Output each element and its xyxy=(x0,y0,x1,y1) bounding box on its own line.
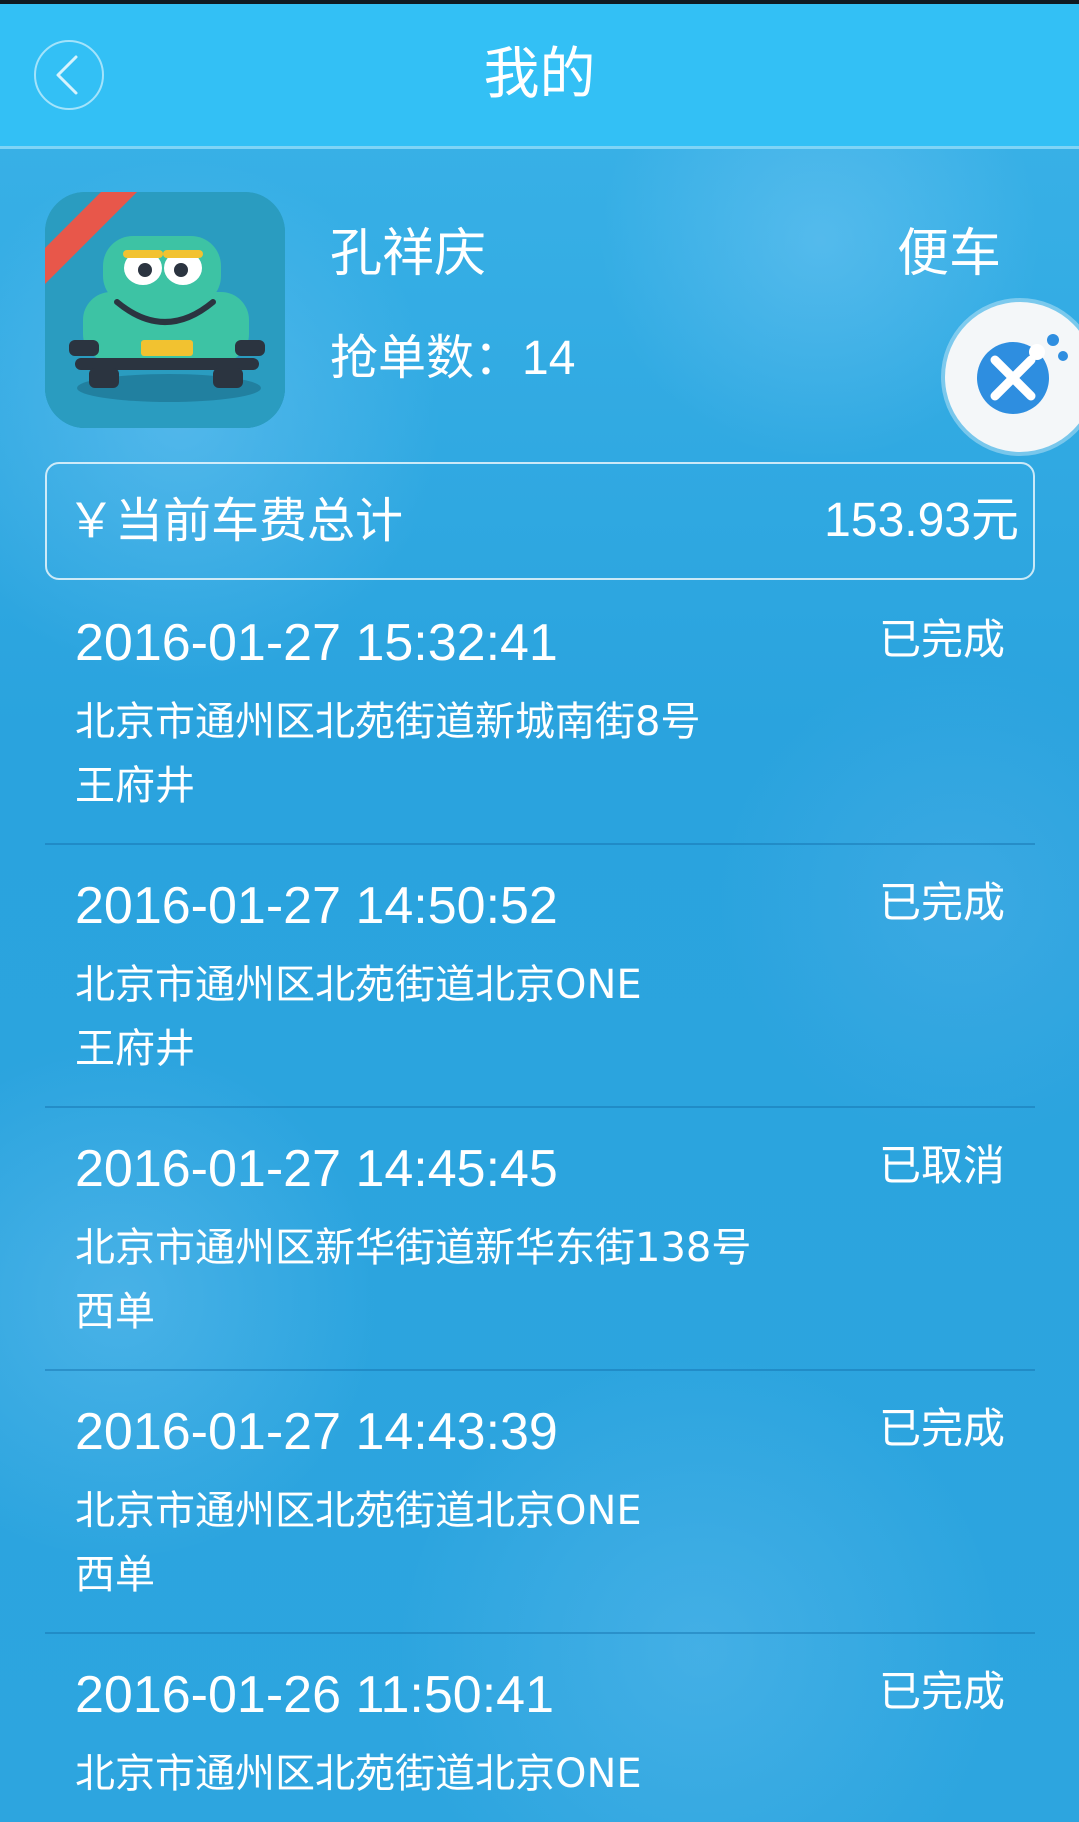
header-bar: 我的 xyxy=(0,4,1079,149)
order-destination: 王府井 xyxy=(75,763,195,809)
fee-summary-box: ￥当前车费总计 153.93元 xyxy=(45,462,1035,580)
user-name: 孔祥庆 xyxy=(330,224,487,284)
order-status: 已完成 xyxy=(878,1404,1005,1453)
fee-summary-value: 153.93元 xyxy=(824,494,1019,547)
order-count-label: 抢单数： xyxy=(330,330,523,386)
order-time: 2016-01-27 14:43:39 xyxy=(75,1403,558,1461)
order-destination: 王府井 xyxy=(75,1026,195,1072)
page-title: 我的 xyxy=(483,42,596,107)
order-item[interactable]: 2016-01-27 15:32:41 已完成 北京市通州区北苑街道新城南街8号… xyxy=(45,582,1035,845)
tools-icon xyxy=(977,334,1068,414)
order-status: 已完成 xyxy=(878,1667,1005,1716)
order-list: 2016-01-27 15:32:41 已完成 北京市通州区北苑街道新城南街8号… xyxy=(45,582,1035,1822)
order-status: 已完成 xyxy=(878,878,1005,927)
order-count: 抢单数：14 xyxy=(330,328,575,389)
order-item[interactable]: 2016-01-27 14:50:52 已完成 北京市通州区北苑街道北京ONE … xyxy=(45,845,1035,1108)
order-item[interactable]: 2016-01-27 14:43:39 已完成 北京市通州区北苑街道北京ONE … xyxy=(45,1371,1035,1634)
order-origin: 北京市通州区北苑街道北京ONE xyxy=(75,1751,642,1797)
order-destination: 西单 xyxy=(75,1552,155,1598)
order-status: 已取消 xyxy=(878,1141,1005,1190)
order-count-value: 14 xyxy=(522,332,576,385)
order-time: 2016-01-26 11:50:41 xyxy=(75,1666,554,1724)
order-status: 已完成 xyxy=(878,615,1005,664)
order-origin: 北京市通州区新华街道新华东街138号 xyxy=(75,1225,752,1271)
order-time: 2016-01-27 15:32:41 xyxy=(75,614,558,672)
order-origin: 北京市通州区北苑街道北京ONE xyxy=(75,1488,642,1534)
car-mascot-icon xyxy=(45,192,285,428)
fee-summary-label: ￥当前车费总计 xyxy=(67,493,404,549)
page: 我的 孔祥庆 抢单数：14 便车 ￥当前车费总计 153.93元 2016-01… xyxy=(0,0,1079,1822)
order-time: 2016-01-27 14:50:52 xyxy=(75,877,558,935)
car-type-label: 便车 xyxy=(896,224,1001,284)
order-time: 2016-01-27 14:45:45 xyxy=(75,1140,558,1198)
avatar xyxy=(45,192,285,428)
order-item[interactable]: 2016-01-26 11:50:41 已完成 北京市通州区北苑街道北京ONE xyxy=(45,1634,1035,1822)
order-origin: 北京市通州区北苑街道新城南街8号 xyxy=(75,699,701,745)
order-item[interactable]: 2016-01-27 14:45:45 已取消 北京市通州区新华街道新华东街13… xyxy=(45,1108,1035,1371)
floating-tools-button[interactable] xyxy=(945,302,1079,452)
order-origin: 北京市通州区北苑街道北京ONE xyxy=(75,962,642,1008)
order-destination: 西单 xyxy=(75,1289,155,1335)
